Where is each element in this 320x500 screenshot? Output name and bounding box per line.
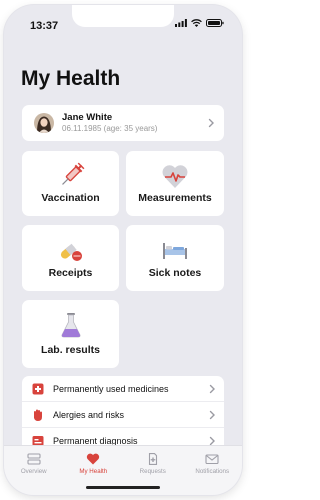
- mail-icon: [205, 454, 219, 465]
- list-item-label: Permanent diagnosis: [53, 435, 138, 446]
- document-icon: [148, 453, 157, 465]
- chevron-right-icon: [209, 410, 215, 419]
- list-item-allergies[interactable]: Alergies and risks: [22, 402, 224, 428]
- chevron-right-icon: [209, 436, 215, 445]
- profile-card[interactable]: Jane White 06.11.1985 (age: 35 years): [22, 105, 224, 141]
- wifi-icon: [191, 19, 202, 27]
- tile-receipts[interactable]: Receipts: [22, 225, 119, 291]
- tile-vaccination[interactable]: Vaccination: [22, 151, 119, 216]
- overview-icon: [27, 453, 41, 465]
- health-list: Permanently used medicines Alergies and …: [22, 376, 224, 456]
- syringe-icon: [61, 162, 84, 185]
- tile-label: Receipts: [48, 267, 93, 279]
- tab-label: Overview: [20, 468, 47, 475]
- bed-icon: [163, 243, 187, 259]
- tab-overview[interactable]: Overview: [4, 446, 64, 495]
- profile-details: 06.11.1985 (age: 35 years): [62, 124, 158, 133]
- medicine-icon: [32, 383, 44, 394]
- tile-label: Lab. results: [41, 344, 100, 356]
- page-title: My Health: [21, 67, 121, 90]
- signal-icon: [175, 19, 187, 27]
- tile-sick-notes[interactable]: Sick notes: [126, 225, 224, 291]
- tab-label: Requests: [139, 468, 166, 475]
- status-bar: 13:37: [4, 5, 242, 39]
- tab-notifications[interactable]: Notifications: [183, 446, 243, 495]
- pills-icon: [60, 243, 82, 261]
- tile-label: Sick notes: [148, 267, 202, 279]
- profile-name: Jane White: [62, 112, 113, 123]
- phone-screen: 13:37 My Health Jane White 06.11.1985 (a…: [4, 5, 242, 495]
- flask-icon: [61, 313, 80, 338]
- home-indicator: [86, 486, 160, 489]
- tile-measurements[interactable]: Measurements: [126, 151, 224, 216]
- chevron-right-icon: [209, 384, 215, 393]
- list-item-permanent-medicines[interactable]: Permanently used medicines: [22, 376, 224, 402]
- list-item-label: Alergies and risks: [53, 409, 125, 420]
- heart-pulse-icon: [162, 165, 188, 188]
- tab-label: My Health: [79, 468, 108, 475]
- tab-bar: Overview My Health Requests Notification…: [4, 445, 242, 495]
- list-item-label: Permanently used medicines: [53, 383, 169, 394]
- notch: [72, 5, 174, 27]
- status-icons: [175, 19, 224, 27]
- chevron-right-icon: [208, 118, 214, 128]
- hand-icon: [34, 409, 42, 421]
- status-time: 13:37: [30, 20, 59, 32]
- battery-icon: [206, 19, 224, 27]
- tile-label: Measurements: [138, 192, 212, 204]
- tab-label: Notifications: [195, 468, 230, 475]
- avatar: [34, 113, 54, 133]
- heart-icon: [87, 453, 100, 465]
- tile-lab-results[interactable]: Lab. results: [22, 300, 119, 368]
- tile-label: Vaccination: [41, 192, 100, 204]
